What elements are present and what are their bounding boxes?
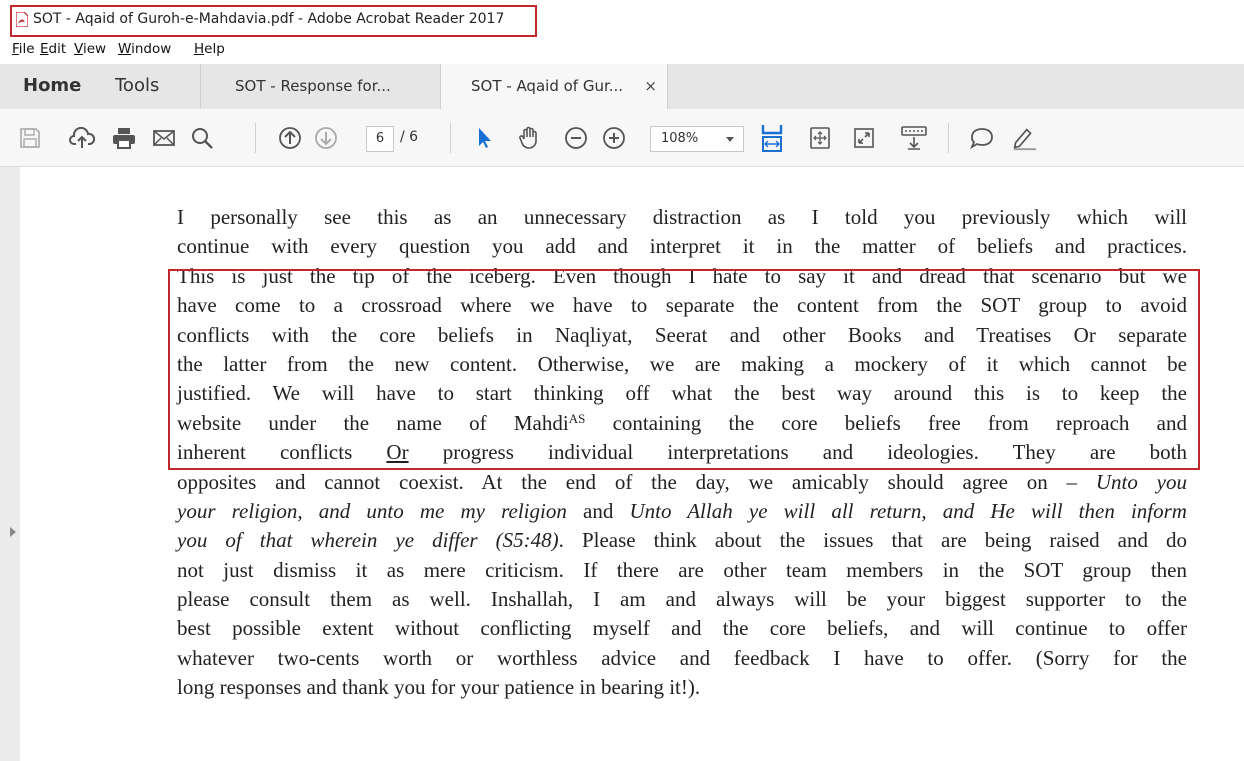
text-line: have come to a crossroad where we have t… [177,291,1187,320]
text-segment: website under the name of Mahdi [177,410,569,435]
full-screen-icon[interactable] [850,124,878,152]
underlined-text: Or [386,440,409,465]
chevron-down-icon [726,137,734,142]
search-icon[interactable] [188,124,216,152]
toolbar-separator [255,123,256,153]
text-segment: containing the core beliefs free from re… [585,410,1187,435]
email-icon[interactable] [150,124,178,152]
italic-text: your religion, and unto me my religion [177,498,567,523]
page-body-text: I personally see this as an unnecessary … [177,203,1187,703]
text-segment: and [566,498,630,523]
text-segment: whatever two-cents worth or worthless ad… [177,645,1187,670]
document-viewport[interactable]: I personally see this as an unnecessary … [0,167,1244,761]
toolbar: 6 / 6 108% [0,109,1244,167]
menu-file[interactable]: File [12,41,35,57]
text-segment: progress individual interpretations and … [408,440,1187,465]
text-segment: opposites and cannot coexist. At the end… [177,469,1096,494]
upload-cloud-icon[interactable] [68,124,96,152]
text-line: conflicts with the core beliefs in Naqli… [177,321,1187,350]
text-segment: conflicts with the core beliefs in Naqli… [177,322,1187,347]
italic-text: Unto Allah ye will all return, and He wi… [629,498,1187,523]
chevron-right-icon [10,527,16,537]
menu-edit[interactable]: Edit [40,41,66,57]
text-segment: have come to a crossroad where we have t… [177,293,1187,318]
text-segment: please consult them as well. Inshallah, … [177,587,1187,612]
document-tab-label: SOT - Aqaid of Gur... [471,77,624,95]
tab-home[interactable]: Home [23,75,81,96]
toolbar-separator [948,123,949,153]
menu-view[interactable]: View [74,41,106,57]
text-line: not just dismiss it as mere criticism. I… [177,556,1187,585]
page-number-input[interactable]: 6 [366,126,394,152]
text-line: opposites and cannot coexist. At the end… [177,468,1187,497]
menu-help[interactable]: Help [194,41,225,57]
superscript: AS [568,410,586,426]
text-segment: continue with every question you add and… [177,234,1187,259]
document-tab-aqaid[interactable]: SOT - Aqaid of Gur... × [440,64,668,109]
text-segment: not just dismiss it as mere criticism. I… [177,557,1187,582]
text-line: your religion, and unto me my religion a… [177,497,1187,526]
zoom-out-icon[interactable] [562,124,590,152]
tab-bar: Home Tools SOT - Response for... SOT - A… [0,64,1244,109]
text-line: This is just the tip of the iceberg. Eve… [177,262,1187,291]
text-segment: best possible extent without conflicting… [177,616,1187,641]
text-segment: the latter from the new content. Otherwi… [177,351,1187,376]
text-line: you of that wherein ye differ (S5:48). P… [177,526,1187,555]
title-bar: SOT - Aqaid of Guroh-e-Mahdavia.pdf - Ad… [0,0,1244,40]
page-down-icon[interactable] [312,124,340,152]
sign-icon[interactable] [1010,124,1038,152]
text-segment: justified. We will have to start thinkin… [177,381,1187,406]
text-segment: . Please think about the issues that are… [558,528,1187,553]
zoom-in-icon[interactable] [600,124,628,152]
italic-text: you of that wherein ye differ (S5:48) [177,528,559,553]
fit-page-icon[interactable] [806,124,834,152]
text-segment: inherent conflicts [177,440,387,465]
print-icon[interactable] [110,124,138,152]
page-up-icon[interactable] [276,124,304,152]
title-highlight-box [10,5,537,37]
text-segment: This is just the tip of the iceberg. Eve… [177,263,1187,288]
text-line: I personally see this as an unnecessary … [177,203,1187,232]
hand-tool-icon[interactable] [516,124,544,152]
menu-window[interactable]: Window [118,41,171,57]
text-line: long responses and thank you for your pa… [177,673,1187,702]
zoom-select[interactable]: 108% [650,126,744,152]
text-line: whatever two-cents worth or worthless ad… [177,644,1187,673]
text-line: best possible extent without conflicting… [177,614,1187,643]
fit-width-icon[interactable] [758,124,786,152]
close-tab-icon[interactable]: × [644,77,657,95]
document-tab-label: SOT - Response for... [235,77,391,95]
menu-bar: File Edit View Window Help [0,40,1244,60]
document-tab-response[interactable]: SOT - Response for... [200,64,440,109]
read-mode-icon[interactable] [900,124,928,152]
page-total: / 6 [400,129,419,145]
text-segment: long responses and thank you for your pa… [177,675,701,700]
tab-tools[interactable]: Tools [115,75,159,96]
text-line: please consult them as well. Inshallah, … [177,585,1187,614]
comment-icon[interactable] [968,124,996,152]
navigation-pane-toggle[interactable] [0,167,20,761]
toolbar-separator [450,123,451,153]
save-icon[interactable] [16,124,44,152]
select-cursor-icon[interactable] [470,124,498,152]
text-line: inherent conflicts Or progress individua… [177,438,1187,467]
zoom-value: 108% [661,131,699,146]
text-line: justified. We will have to start thinkin… [177,379,1187,408]
text-line: the latter from the new content. Otherwi… [177,350,1187,379]
text-line: website under the name of MahdiAS contai… [177,409,1187,438]
italic-text: Unto you [1095,469,1188,494]
text-segment: I personally see this as an unnecessary … [177,205,1187,229]
text-line: continue with every question you add and… [177,232,1187,261]
